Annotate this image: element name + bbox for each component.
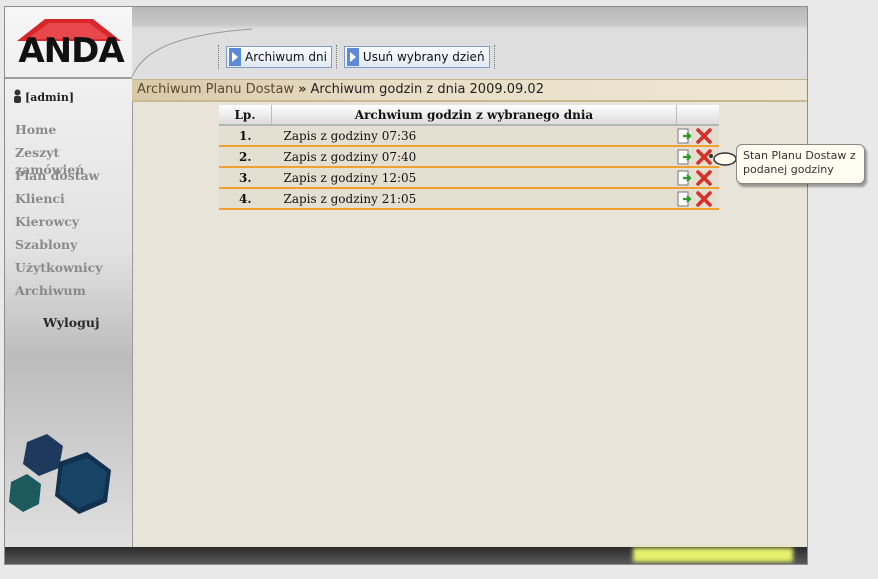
arrow-right-icon — [229, 48, 241, 66]
table-header-row: Lp. Archwium godzin z wybranego dnia — [219, 105, 719, 126]
column-header-actions — [676, 105, 719, 126]
footer: ​ — [5, 547, 807, 564]
table-row: 1. Zapis z godziny 07:36 — [219, 124, 719, 146]
tooltip: Stan Planu Dostaw z podanej godziny — [736, 144, 865, 184]
view-record-icon[interactable] — [677, 128, 693, 144]
row-label: Zapis z godziny 12:05 — [271, 166, 677, 188]
arrow-right-icon — [346, 48, 359, 66]
archive-hours-table: Lp. Archwium godzin z wybranego dnia 1. … — [219, 105, 719, 210]
row-actions — [676, 166, 719, 188]
delete-icon[interactable] — [696, 127, 713, 144]
app-window: ANDA [admin] Home Zeszyt zamówień Plan d… — [4, 6, 808, 565]
row-number: 2. — [219, 145, 272, 167]
username: [admin] — [25, 91, 75, 104]
archive-days-button[interactable]: Archiwum dni — [226, 46, 332, 68]
sidebar-item-archive[interactable]: Archiwum — [15, 282, 132, 305]
row-label: Zapis z godziny 07:40 — [271, 145, 677, 167]
sidebar-item-home[interactable]: Home — [15, 121, 132, 144]
anda-logo: ANDA — [9, 13, 129, 71]
view-record-icon[interactable] — [677, 170, 693, 186]
hexagon-decoration — [7, 432, 132, 547]
delete-icon[interactable] — [696, 190, 713, 207]
toolbar: Archiwum dni Usuń wybrany dzień — [214, 44, 502, 70]
view-record-icon[interactable] — [677, 149, 693, 165]
breadcrumb-current: Archiwum godzin z dnia 2009.09.02 — [310, 82, 544, 97]
row-label: Zapis z godziny 07:36 — [271, 124, 677, 146]
delete-day-label: Usuń wybrany dzień — [362, 50, 485, 64]
table-row: 3. Zapis z godziny 12:05 — [219, 166, 719, 188]
breadcrumb: Archiwum Planu Dostaw » Archiwum godzin z … — [132, 79, 807, 102]
user-label: [admin] — [13, 89, 74, 104]
footer-highlight — [633, 548, 793, 562]
sidebar-item-clients[interactable]: Klienci — [15, 190, 132, 213]
sidebar-item-users[interactable]: Użytkownicy — [15, 259, 132, 282]
breadcrumb-separator: » — [298, 82, 307, 97]
user-icon — [13, 89, 22, 103]
column-header-archive: Archwium godzin z wybranego dnia — [271, 105, 677, 126]
row-number: 4. — [219, 187, 272, 210]
sidebar: ANDA [admin] Home Zeszyt zamówień Plan d… — [5, 7, 133, 547]
row-actions — [676, 124, 719, 146]
sidebar-nav: Home Zeszyt zamówień Plan dostaw Klienci… — [15, 121, 132, 305]
row-actions — [676, 187, 719, 210]
logout-link[interactable]: Wyloguj — [43, 315, 99, 330]
toolbar-separator — [493, 45, 498, 69]
delete-icon[interactable] — [696, 169, 713, 186]
sidebar-item-templates[interactable]: Szablony — [15, 236, 132, 259]
toolbar-separator — [335, 45, 340, 69]
delete-day-button[interactable]: Usuń wybrany dzień — [343, 46, 490, 68]
sidebar-item-delivery-plan[interactable]: Plan dostaw — [15, 167, 132, 190]
sidebar-divider — [5, 77, 132, 79]
sidebar-item-orders[interactable]: Zeszyt zamówień — [15, 144, 132, 177]
row-number: 3. — [219, 166, 272, 188]
table-row: 2. Zapis z godziny 07:40 — [219, 145, 719, 167]
view-record-icon[interactable] — [677, 191, 693, 207]
row-number: 1. — [219, 124, 272, 146]
logo-text: ANDA — [18, 31, 124, 71]
table-row: 4. Zapis z godziny 21:05 — [219, 187, 719, 210]
tooltip-text: Stan Planu Dostaw z podanej godziny — [743, 149, 856, 176]
row-label: Zapis z godziny 21:05 — [271, 187, 677, 210]
archive-days-label: Archiwum dni — [245, 50, 327, 64]
column-header-lp: Lp. — [219, 105, 272, 126]
breadcrumb-section[interactable]: Archiwum Planu Dostaw — [137, 82, 294, 97]
sidebar-item-drivers[interactable]: Kierowcy — [15, 213, 132, 236]
toolbar-separator — [218, 45, 222, 69]
